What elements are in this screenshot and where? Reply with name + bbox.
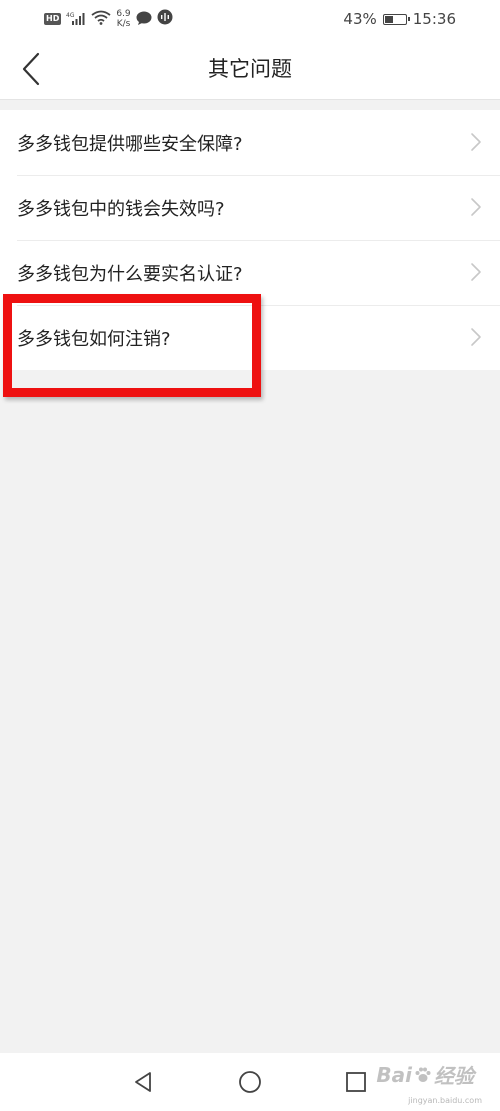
page-title: 其它问题 <box>208 57 292 81</box>
status-bar-left: HD 4G 6.9 K/s <box>44 8 173 30</box>
status-bar: HD 4G 6.9 K/s 43% 15:36 <box>0 0 500 38</box>
battery-percent: 43% <box>343 10 377 28</box>
net-speed: 6.9 K/s <box>116 9 130 29</box>
faq-item-label: 多多钱包如何注销? <box>17 328 171 350</box>
faq-item-expiry[interactable]: 多多钱包中的钱会失效吗? <box>0 175 500 240</box>
faq-item-label: 多多钱包中的钱会失效吗? <box>17 198 225 220</box>
wifi-icon <box>91 10 111 29</box>
watermark-sub: jingyan.baidu.com <box>408 1096 482 1105</box>
battery-icon <box>382 13 410 25</box>
status-bar-right: 43% 15:36 <box>343 8 456 30</box>
chevron-left-icon <box>22 52 40 86</box>
header: 其它问题 <box>0 38 500 100</box>
net-speed-unit: K/s <box>116 19 131 29</box>
recents-square-icon <box>346 1072 366 1092</box>
chat-bubble-icon <box>136 10 152 29</box>
home-circle-icon <box>239 1071 261 1093</box>
nav-home-button[interactable] <box>230 1062 270 1102</box>
network-type-label: 4G <box>66 12 75 19</box>
net-speed-value: 6.9 <box>116 9 131 19</box>
chevron-right-icon <box>471 328 481 346</box>
back-button[interactable] <box>6 44 56 94</box>
chevron-right-icon <box>471 263 481 281</box>
clock: 15:36 <box>412 10 456 28</box>
chevron-right-icon <box>471 198 481 216</box>
voice-icon <box>157 9 173 29</box>
hd-badge: HD <box>44 13 62 25</box>
back-triangle-icon <box>135 1072 151 1092</box>
nav-back-button[interactable] <box>123 1062 163 1102</box>
faq-list: 多多钱包提供哪些安全保障? 多多钱包中的钱会失效吗? 多多钱包为什么要实名认证?… <box>0 110 500 370</box>
faq-item-label: 多多钱包为什么要实名认证? <box>17 263 243 285</box>
chevron-right-icon <box>471 133 481 151</box>
battery-fill <box>384 15 393 23</box>
nav-recents-button[interactable] <box>336 1062 376 1102</box>
signal-icon: 4G <box>66 10 86 29</box>
faq-item-cancel-account[interactable]: 多多钱包如何注销? <box>0 305 500 370</box>
faq-item-security[interactable]: 多多钱包提供哪些安全保障? <box>0 110 500 175</box>
faq-item-label: 多多钱包提供哪些安全保障? <box>17 133 243 155</box>
faq-item-real-name[interactable]: 多多钱包为什么要实名认证? <box>0 240 500 305</box>
